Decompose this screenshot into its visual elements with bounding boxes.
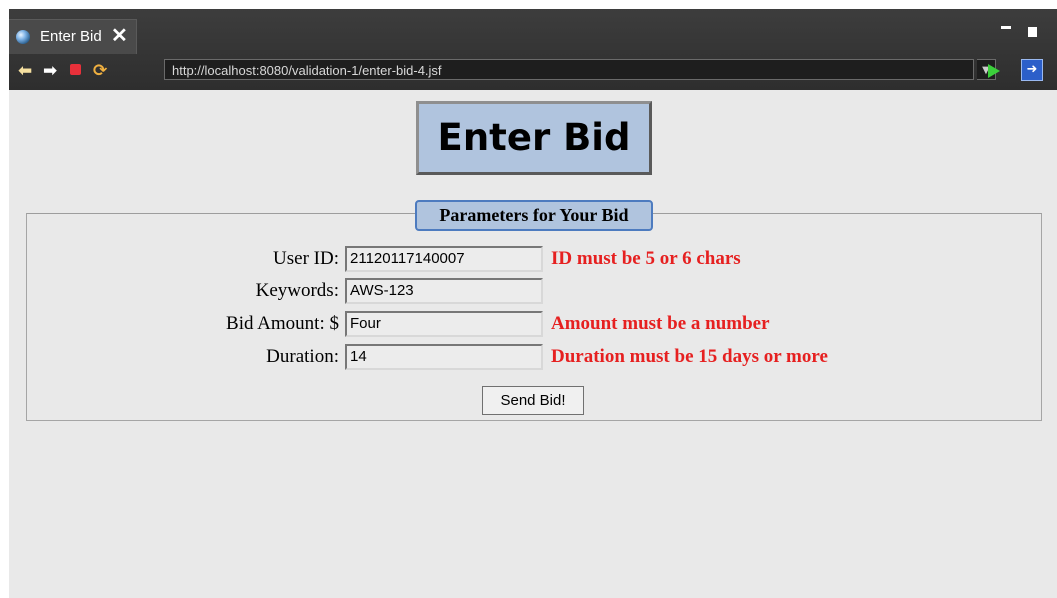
bid-amount-error: Amount must be a number [551, 313, 770, 334]
send-bid-button[interactable]: Send Bid! [482, 386, 584, 415]
go-icon[interactable] [988, 64, 1000, 78]
globe-icon [16, 30, 30, 44]
duration-error: Duration must be 15 days or more [551, 346, 828, 367]
user-id-label: User ID: [273, 248, 339, 269]
keywords-label: Keywords: [255, 280, 339, 301]
back-arrow-icon[interactable]: ⬅ [18, 61, 32, 81]
fieldset-legend: Parameters for Your Bid [415, 200, 653, 231]
duration-label: Duration: [266, 346, 339, 367]
external-browser-icon[interactable]: ➜ [1021, 59, 1043, 81]
bid-amount-label: Bid Amount: $ [226, 313, 339, 334]
forward-arrow-icon[interactable]: ➡ [43, 61, 57, 81]
duration-field[interactable]: 14 [345, 344, 543, 370]
close-icon[interactable]: ✕ [111, 25, 128, 47]
minimize-icon[interactable] [1001, 26, 1011, 29]
browser-window: Enter Bid ✕ ⬅ ➡ ⟳ http://localhost:8080/… [9, 9, 1057, 598]
page-heading: Enter Bid [416, 101, 652, 175]
user-id-error: ID must be 5 or 6 chars [551, 248, 741, 269]
page-title: Enter Bid [437, 116, 631, 159]
bid-amount-field[interactable]: Four [345, 311, 543, 337]
stop-icon[interactable] [70, 64, 81, 75]
maximize-icon[interactable] [1028, 27, 1037, 37]
toolbar: ⬅ ➡ ⟳ http://localhost:8080/validation-1… [9, 53, 1057, 90]
tab-title: Enter Bid [40, 28, 102, 45]
page-content: Enter Bid Parameters for Your Bid User I… [9, 90, 1057, 598]
tab-enter-bid[interactable]: Enter Bid ✕ [9, 19, 137, 54]
refresh-icon[interactable]: ⟳ [93, 61, 107, 81]
browser-chrome: Enter Bid ✕ ⬅ ➡ ⟳ http://localhost:8080/… [9, 9, 1057, 90]
user-id-field[interactable]: 21120117140007 [345, 246, 543, 272]
url-field[interactable]: http://localhost:8080/validation-1/enter… [164, 59, 974, 80]
keywords-field[interactable]: AWS-123 [345, 278, 543, 304]
